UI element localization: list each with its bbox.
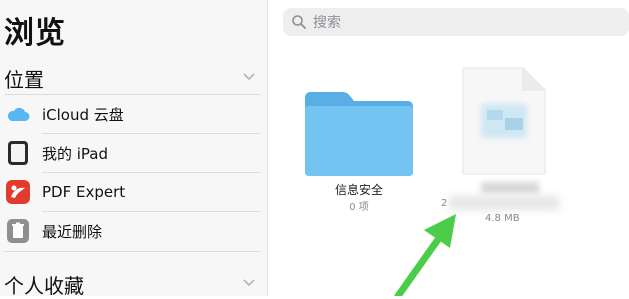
search-icon bbox=[292, 15, 306, 29]
section-label: 个人收藏 bbox=[4, 274, 84, 298]
page-title: 浏览 bbox=[4, 16, 66, 51]
sidebar-item-icloud[interactable]: iCloud 云盘 bbox=[4, 95, 260, 133]
file-size: 4.8 MB bbox=[485, 213, 520, 224]
ipad-icon bbox=[4, 139, 32, 167]
trash-icon bbox=[4, 217, 32, 245]
file-browser: 搜索 信息安全 0 项 2 4.8 MB bbox=[269, 0, 629, 296]
blurred-file-meta bbox=[449, 196, 559, 210]
chevron-down-icon[interactable] bbox=[242, 70, 256, 84]
sidebar-item-label: 我的 iPad bbox=[42, 144, 109, 163]
sidebar-item-my-ipad[interactable]: 我的 iPad bbox=[4, 134, 260, 172]
sidebar-item-label: iCloud 云盘 bbox=[42, 105, 124, 124]
sidebar-item-label: PDF Expert bbox=[42, 183, 126, 201]
sidebar-item-recently-deleted[interactable]: 最近删除 bbox=[4, 212, 260, 250]
pdf-expert-icon bbox=[4, 178, 32, 206]
file-name: 信息安全 bbox=[334, 183, 383, 197]
blurred-file-name bbox=[481, 182, 539, 194]
sidebar: 浏览 位置 iCloud 云盘 我的 iPad PDF Expert 最近删除 … bbox=[0, 0, 268, 298]
section-header-favorites[interactable]: 个人收藏 bbox=[4, 268, 262, 298]
icloud-icon bbox=[4, 100, 32, 128]
chevron-down-icon[interactable] bbox=[242, 276, 256, 290]
divider bbox=[4, 251, 260, 252]
section-label: 位置 bbox=[4, 68, 44, 92]
section-header-locations[interactable]: 位置 bbox=[4, 62, 262, 92]
search-input[interactable]: 搜索 bbox=[313, 12, 341, 32]
document-icon[interactable] bbox=[459, 66, 549, 176]
file-meta: 2 bbox=[441, 198, 448, 209]
search-bar[interactable]: 搜索 bbox=[283, 8, 629, 36]
sidebar-item-pdf-expert[interactable]: PDF Expert bbox=[4, 173, 260, 211]
folder-icon[interactable] bbox=[303, 90, 415, 178]
file-meta: 0 项 bbox=[349, 202, 369, 213]
sidebar-item-label: 最近删除 bbox=[42, 222, 103, 241]
